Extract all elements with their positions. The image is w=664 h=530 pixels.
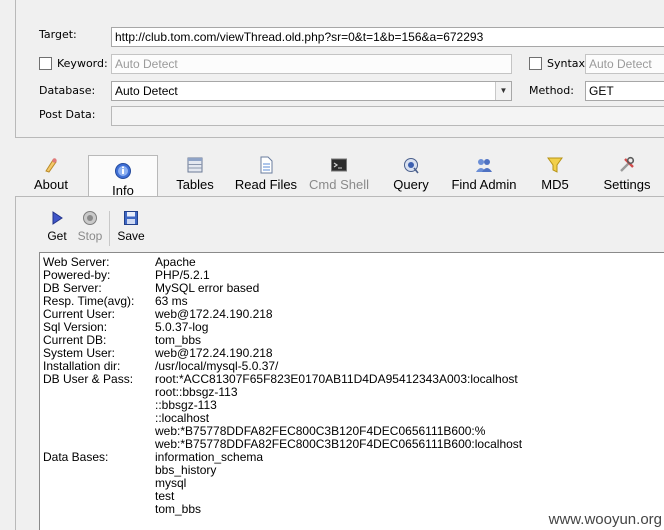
chevron-down-icon[interactable]: ▼ <box>495 82 511 100</box>
get-button[interactable]: Get <box>44 210 70 243</box>
settings-icon <box>620 156 635 172</box>
tab-md5-label: MD5 <box>541 177 569 192</box>
stop-icon <box>83 211 97 225</box>
tab-settings[interactable]: Settings <box>602 150 652 194</box>
tab-about-label: About <box>34 177 68 192</box>
tab-tables[interactable]: Tables <box>172 150 218 194</box>
watermark: www.wooyun.org <box>548 511 662 528</box>
keyword-checkbox[interactable] <box>39 57 52 70</box>
tab-cmd-shell[interactable]: Cmd Shell <box>306 150 372 194</box>
get-icon <box>52 211 63 225</box>
syntax-checkbox[interactable] <box>529 57 542 70</box>
tab-settings-label: Settings <box>603 177 651 192</box>
database-select-value: Auto Detect <box>115 84 178 98</box>
tables-icon <box>187 157 203 173</box>
database-select[interactable]: Auto Detect ▼ <box>111 81 512 101</box>
postdata-label: Post Data: <box>39 108 96 121</box>
cmd-shell-icon <box>331 158 347 172</box>
info-icon <box>115 163 131 179</box>
tab-md5[interactable]: MD5 <box>538 150 572 194</box>
save-button[interactable]: Save <box>116 210 146 243</box>
about-icon <box>45 158 57 173</box>
stop-button-label: Stop <box>77 229 103 243</box>
tab-query-label: Query <box>393 177 429 192</box>
tab-read-files-label: Read Files <box>234 177 298 192</box>
tab-tables-label: Tables <box>176 177 214 192</box>
stop-button[interactable]: Stop <box>75 210 105 243</box>
tab-find-admin[interactable]: Find Admin <box>448 150 520 194</box>
syntax-label: Syntax: <box>547 57 589 70</box>
tab-find-admin-label: Find Admin <box>451 177 517 192</box>
tab-query[interactable]: Query <box>389 150 433 194</box>
method-label: Method: <box>529 84 574 97</box>
query-icon <box>404 158 419 174</box>
postdata-input[interactable] <box>111 106 664 126</box>
tab-cmd-shell-label: Cmd Shell <box>309 177 369 192</box>
tab-about[interactable]: About <box>30 150 72 194</box>
tab-info[interactable]: Info <box>88 155 158 201</box>
read-files-icon <box>260 156 273 174</box>
toolbar-divider <box>109 211 110 246</box>
info-output[interactable]: Web Server: Apache Powered-by: PHP/5.2.1 D… <box>39 252 664 530</box>
database-label: Database: <box>39 84 96 97</box>
keyword-label: Keyword: <box>57 57 108 70</box>
keyword-input[interactable]: Auto Detect <box>111 54 512 74</box>
method-select[interactable]: GET <box>585 81 664 101</box>
md5-icon <box>547 157 563 173</box>
target-input[interactable]: http://club.tom.com/viewThread.old.php?s… <box>111 27 664 47</box>
save-button-label: Save <box>117 229 145 243</box>
get-button-label: Get <box>47 229 67 243</box>
target-label: Target: <box>39 28 77 41</box>
syntax-input[interactable]: Auto Detect <box>585 54 664 74</box>
find-admin-icon <box>476 159 492 172</box>
save-icon <box>124 211 138 225</box>
tab-read-files[interactable]: Read Files <box>234 150 298 194</box>
